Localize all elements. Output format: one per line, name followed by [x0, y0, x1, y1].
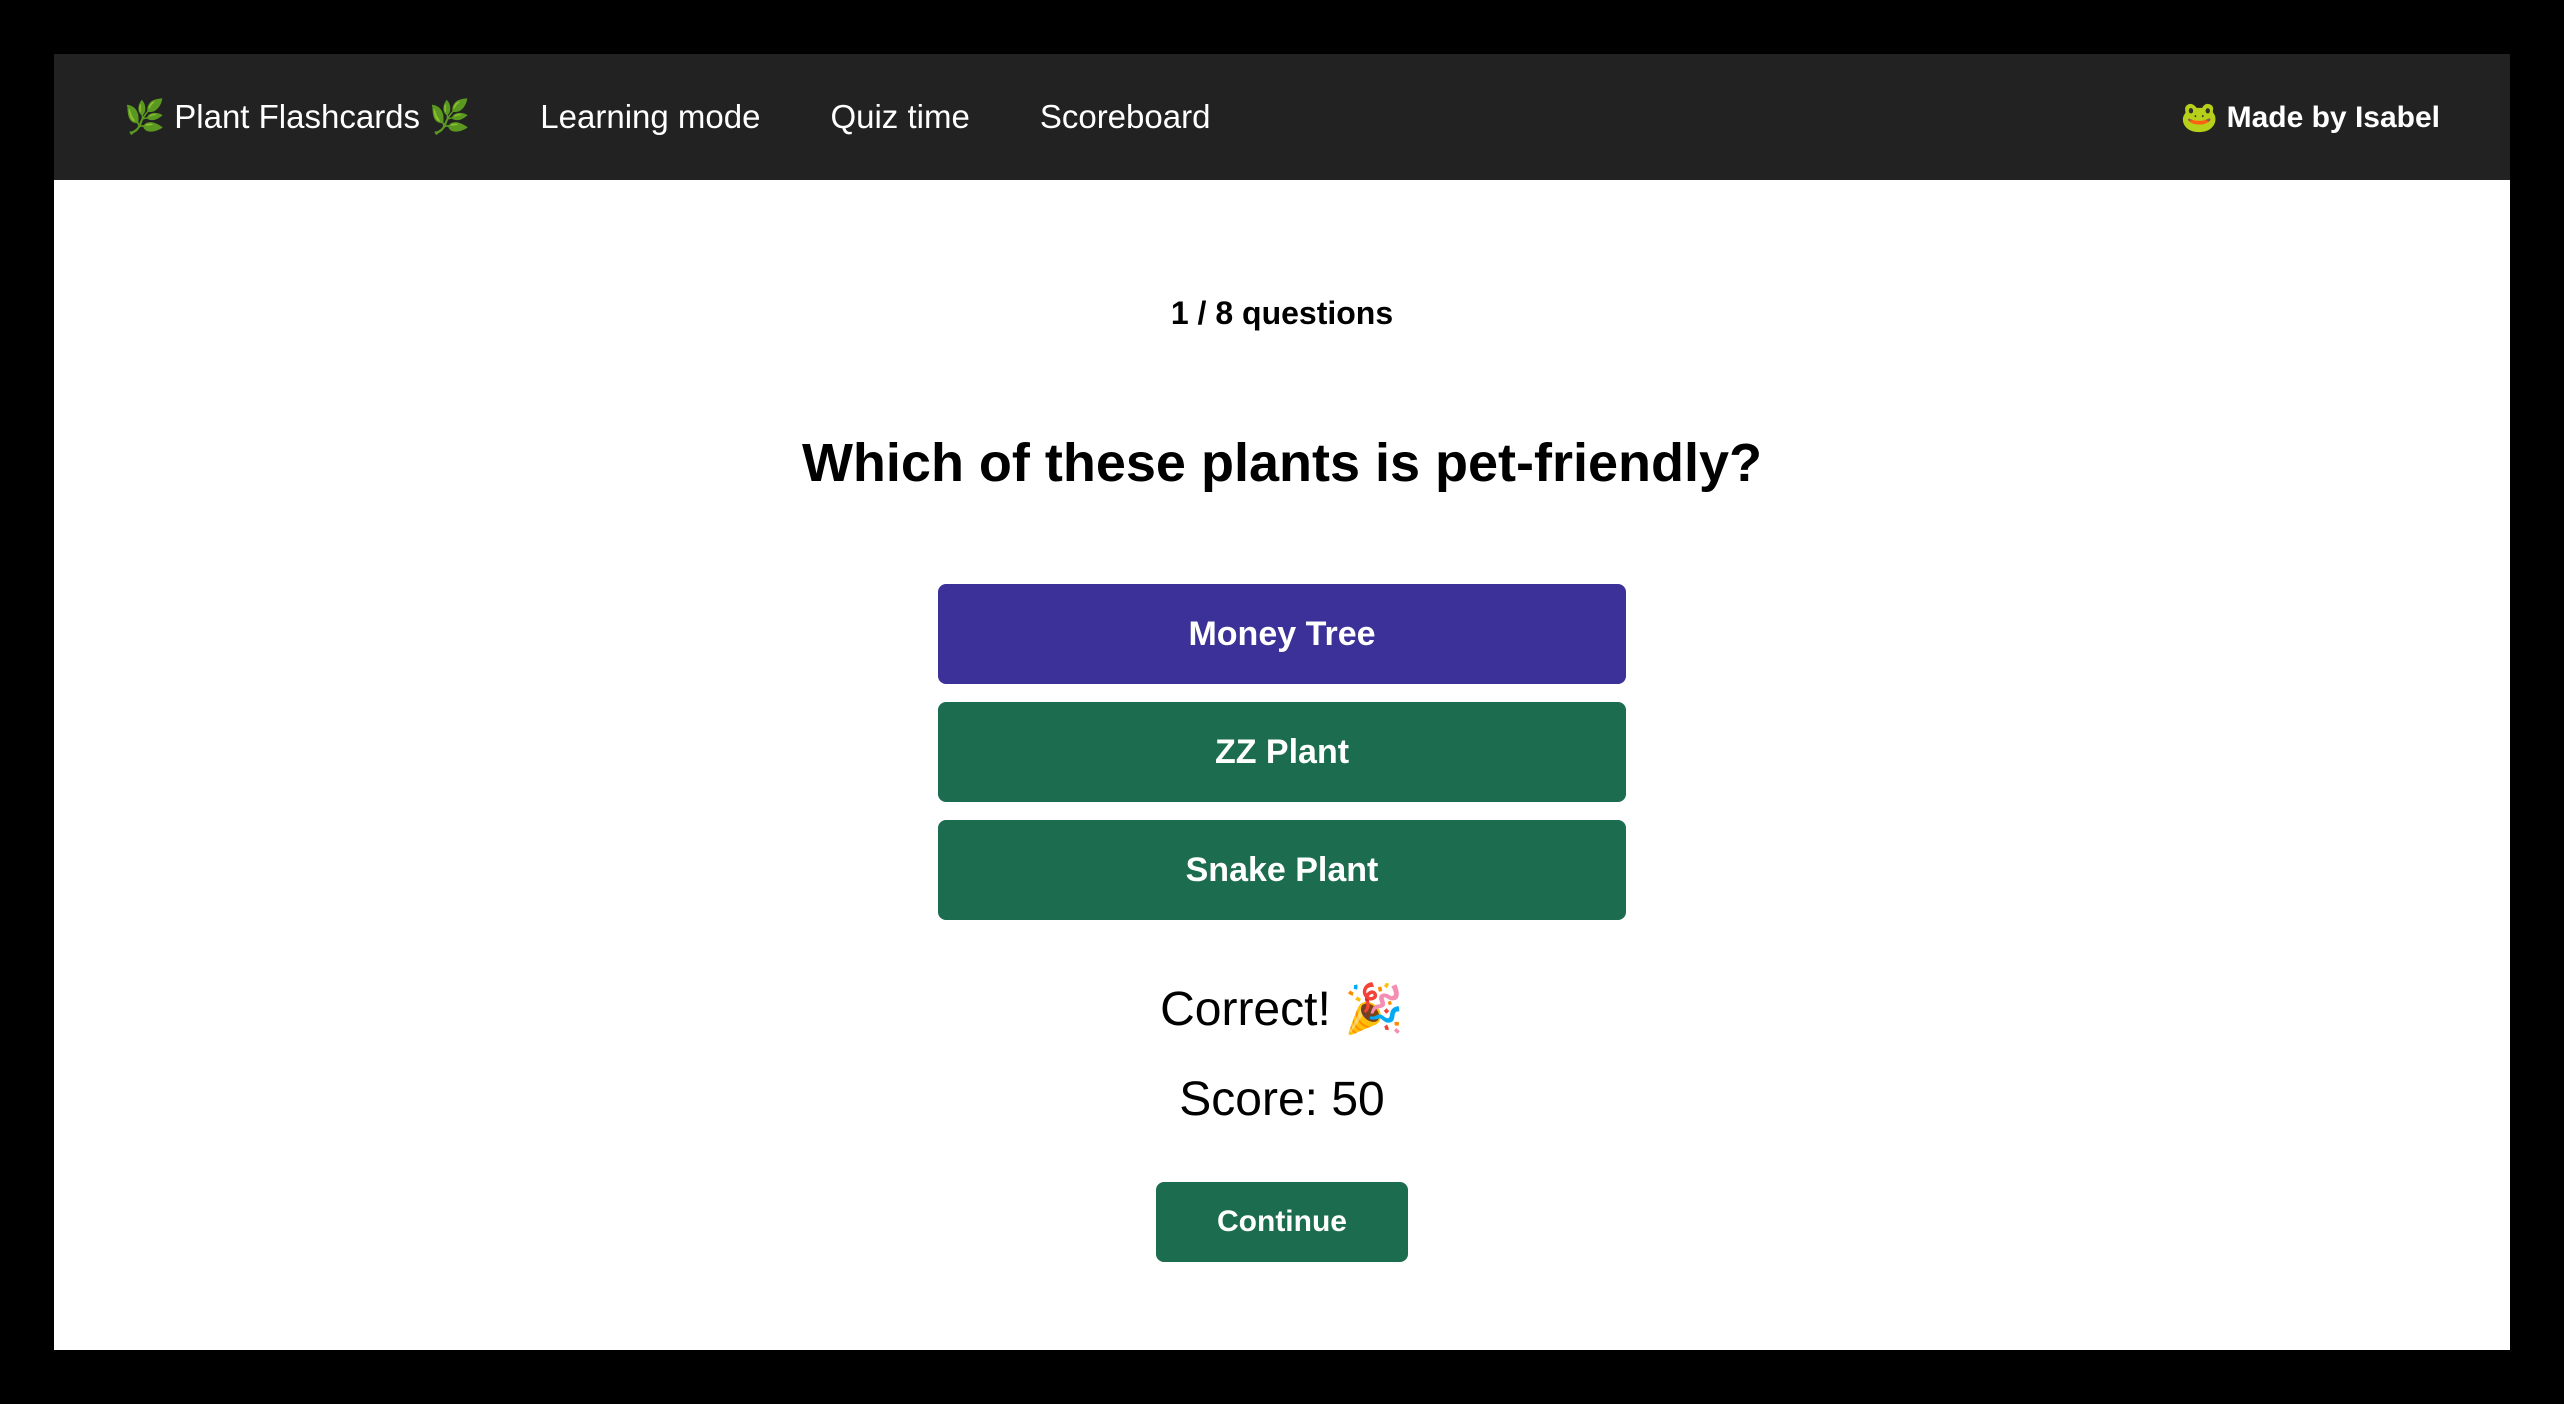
nav-left: 🌿 Plant Flashcards 🌿 Learning mode Quiz …: [124, 98, 1210, 137]
answer-option-3[interactable]: Snake Plant: [938, 820, 1626, 920]
nav-link-learning-mode[interactable]: Learning mode: [540, 98, 760, 136]
nav-link-scoreboard[interactable]: Scoreboard: [1040, 98, 1211, 136]
answer-option-1[interactable]: Money Tree: [938, 584, 1626, 684]
question-text: Which of these plants is pet-friendly?: [802, 432, 1762, 494]
feedback-text: Correct! 🎉: [1160, 980, 1404, 1037]
main-content: 1 / 8 questions Which of these plants is…: [54, 180, 2510, 1262]
nav-link-quiz-time[interactable]: Quiz time: [830, 98, 969, 136]
nav-brand[interactable]: 🌿 Plant Flashcards 🌿: [124, 98, 470, 137]
answer-option-2[interactable]: ZZ Plant: [938, 702, 1626, 802]
continue-button[interactable]: Continue: [1156, 1182, 1408, 1262]
nav-credit[interactable]: 🐸 Made by Isabel: [2181, 100, 2440, 135]
score-text: Score: 50: [1179, 1072, 1384, 1127]
question-counter: 1 / 8 questions: [1171, 295, 1393, 332]
answer-options: Money Tree ZZ Plant Snake Plant: [938, 584, 1626, 920]
app-container: 🌿 Plant Flashcards 🌿 Learning mode Quiz …: [54, 54, 2510, 1350]
navbar: 🌿 Plant Flashcards 🌿 Learning mode Quiz …: [54, 54, 2510, 180]
